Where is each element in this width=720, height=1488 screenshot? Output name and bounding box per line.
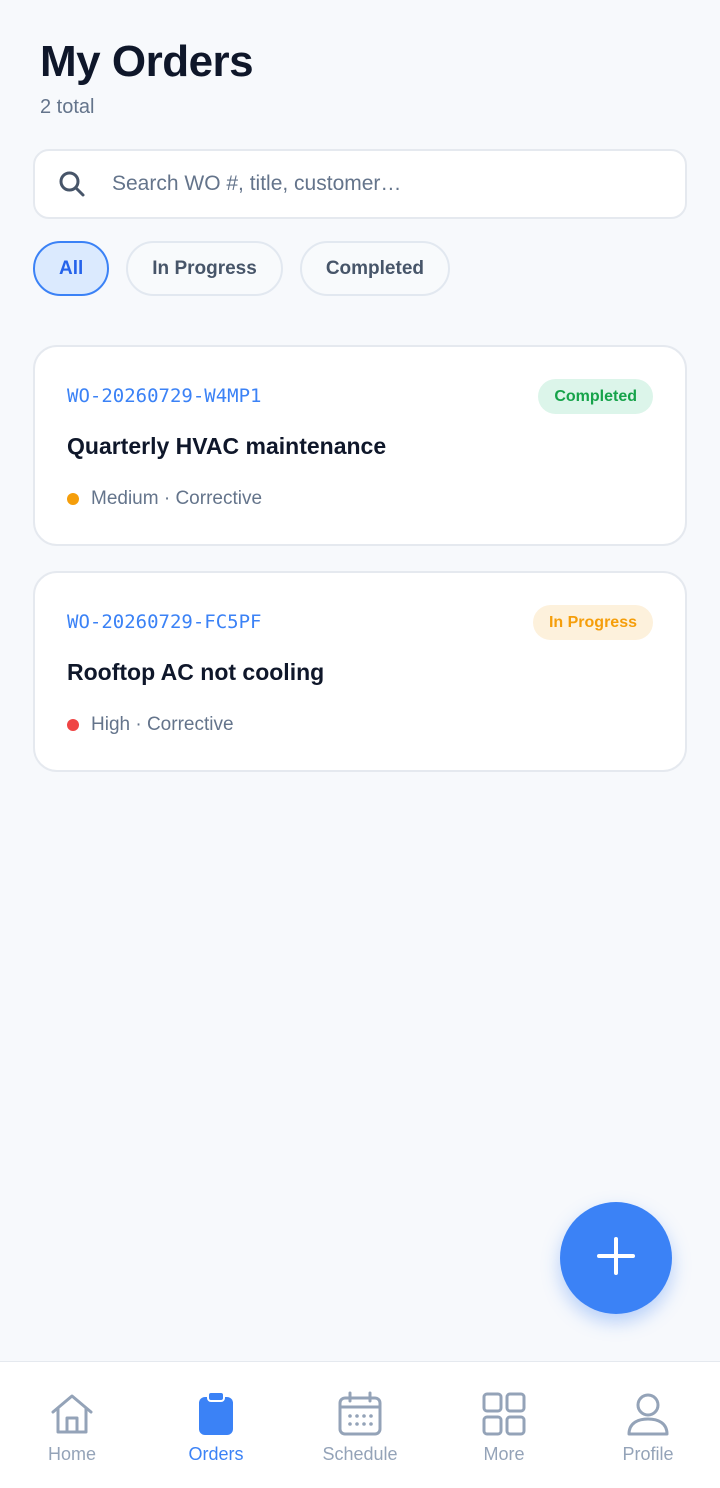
home-icon [48, 1390, 96, 1438]
tab-label: Home [47, 1444, 96, 1464]
work-order-number: WO-20260729-FC5PF [67, 611, 262, 633]
order-title: Quarterly HVAC maintenance [67, 433, 387, 459]
grid-icon [480, 1390, 528, 1438]
search-bar[interactable] [33, 149, 687, 219]
user-icon [624, 1390, 672, 1438]
page-title: My Orders [40, 37, 254, 86]
tab-more[interactable]: More [432, 1362, 576, 1488]
add-order-button[interactable] [560, 1202, 672, 1314]
filter-chips: All In Progress Completed [33, 241, 451, 296]
order-meta-text: Medium · Corrective [91, 488, 263, 509]
order-count: 2 total [40, 96, 95, 118]
search-icon [57, 169, 87, 199]
order-title: Rooftop AC not cooling [67, 659, 325, 685]
plus-icon [596, 1236, 636, 1281]
tab-label: Schedule [322, 1444, 398, 1464]
priority-dot [67, 719, 79, 731]
order-meta: High · Corrective [67, 714, 234, 736]
page-header: My Orders 2 total [40, 36, 254, 119]
tab-home[interactable]: Home [0, 1362, 144, 1488]
calendar-icon [336, 1390, 384, 1438]
tab-profile[interactable]: Profile [576, 1362, 720, 1488]
search-input[interactable] [112, 172, 632, 196]
tab-label: Orders [188, 1444, 244, 1464]
work-order-number: WO-20260729-W4MP1 [67, 385, 262, 407]
priority-dot [67, 493, 79, 505]
tab-label: Profile [622, 1444, 674, 1464]
filter-chip-all[interactable]: All [33, 241, 110, 296]
order-card[interactable]: WO-20260729-W4MP1 Completed Quarterly HV… [33, 345, 687, 546]
tab-orders[interactable]: Orders [144, 1362, 288, 1488]
tab-schedule[interactable]: Schedule [288, 1362, 432, 1488]
order-card[interactable]: WO-20260729-FC5PF In Progress Rooftop AC… [33, 571, 687, 772]
bottom-tab-bar: Home Orders Schedule More Profile [0, 1361, 720, 1488]
order-meta: Medium · Corrective [67, 488, 262, 510]
order-meta-text: High · Corrective [91, 714, 234, 735]
status-badge: Completed [538, 379, 653, 414]
filter-chip-in-progress[interactable]: In Progress [126, 241, 283, 296]
filter-chip-completed[interactable]: Completed [299, 241, 451, 296]
status-badge: In Progress [532, 605, 653, 640]
clipboard-icon [192, 1390, 240, 1438]
tab-label: More [483, 1444, 525, 1464]
